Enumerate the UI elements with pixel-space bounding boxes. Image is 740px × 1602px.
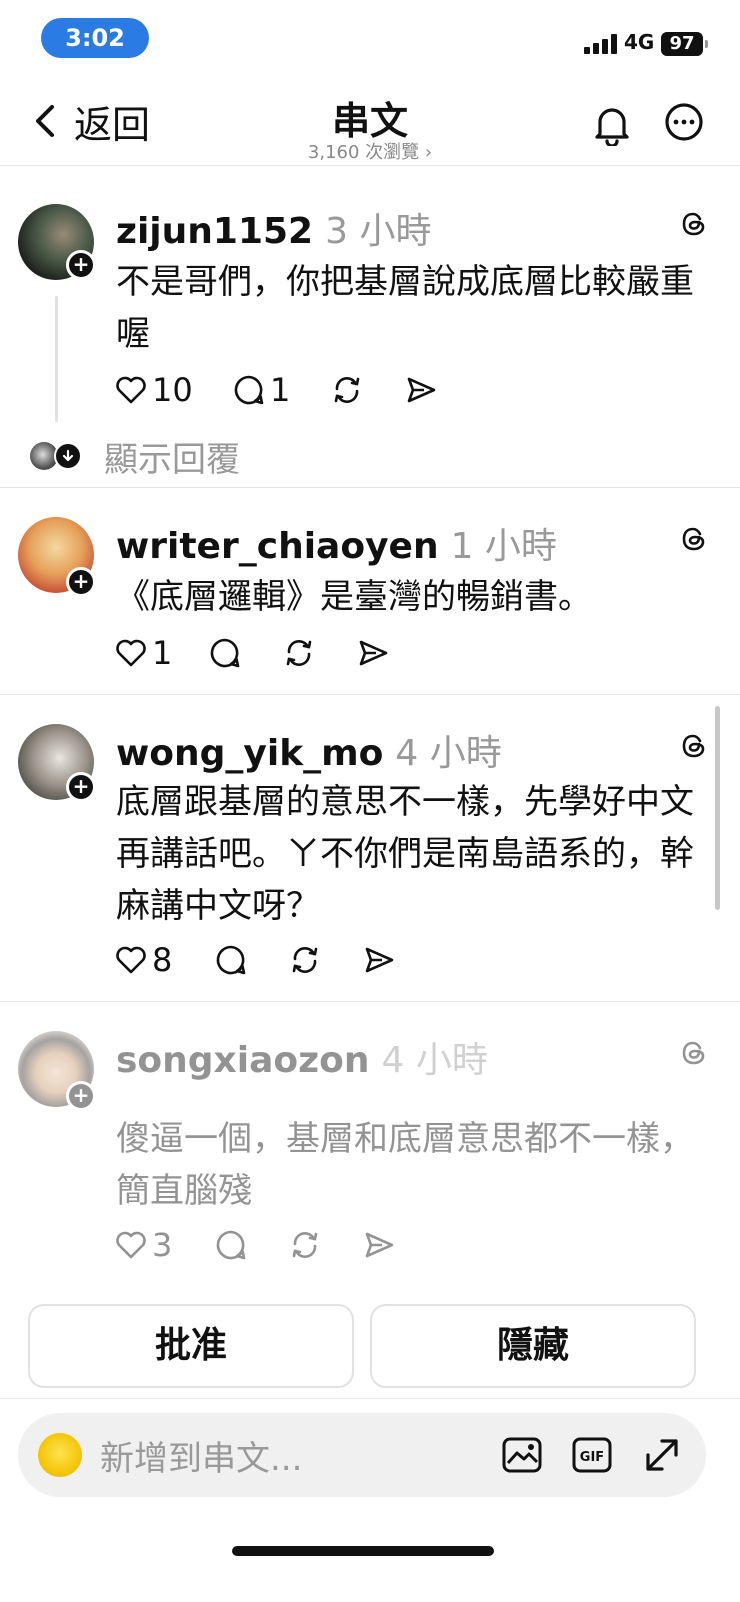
nav-header: 返回 串文 3,160 次瀏覽 › xyxy=(0,76,740,166)
username[interactable]: songxiaozon 4 小時 xyxy=(116,1031,488,1083)
pending-comment-item: + songxiaozon 4 小時 傻逼一個，基層和底層意思都不一樣，簡直腦殘 … xyxy=(0,1003,740,1293)
arrow-down-icon xyxy=(54,442,82,470)
hide-button[interactable]: 隱藏 xyxy=(370,1304,696,1388)
threads-icon[interactable] xyxy=(680,210,708,238)
status-bar: 3:02 4G 97 xyxy=(0,0,740,76)
comment-icon xyxy=(210,638,240,668)
home-indicator xyxy=(232,1546,494,1556)
share-button[interactable] xyxy=(404,370,438,410)
share-button[interactable] xyxy=(362,940,396,980)
gif-icon[interactable]: GIF xyxy=(570,1433,614,1477)
more-icon[interactable] xyxy=(664,102,704,142)
like-button[interactable]: 3 xyxy=(114,1225,172,1265)
comment-item: + wong_yik_mo 4 小時 底層跟基層的意思不一樣，先學好中文再講話吧。… xyxy=(0,696,740,1002)
repost-icon xyxy=(286,640,312,666)
reply-button[interactable] xyxy=(214,1225,248,1265)
share-icon xyxy=(407,377,436,403)
post-time: 1 小時 xyxy=(450,526,557,567)
my-avatar xyxy=(38,1433,82,1477)
share-button[interactable] xyxy=(356,633,390,673)
compose-area: 新增到串文... GIF xyxy=(0,1398,740,1602)
status-time: 3:02 xyxy=(41,18,149,58)
username[interactable]: zijun1152 3 小時 xyxy=(116,202,431,254)
compose-bar[interactable]: 新增到串文... GIF xyxy=(18,1413,706,1497)
action-bar: 8 xyxy=(114,940,414,980)
threads-icon[interactable] xyxy=(680,732,708,760)
follow-plus-icon[interactable]: + xyxy=(66,250,96,280)
follow-plus-icon[interactable]: + xyxy=(66,567,96,597)
comment-text: 傻逼一個，基層和底層意思都不一樣，簡直腦殘 xyxy=(116,1119,694,1211)
comment-icon xyxy=(216,945,246,975)
action-bar: 1 xyxy=(114,633,414,673)
comment-text: 《底層邏輯》是臺灣的暢銷書。 xyxy=(116,577,592,617)
thread-line xyxy=(55,296,58,422)
network-type: 4G xyxy=(624,30,655,54)
like-count: 10 xyxy=(152,371,193,409)
comment-text: 底層跟基層的意思不一樣，先學好中文再講話吧。ㄚ不你們是南島語系的，幹麻講中文呀？ xyxy=(116,782,694,926)
action-bar: 3 xyxy=(114,1225,414,1265)
post-time: 3 小時 xyxy=(325,211,432,252)
approve-button[interactable]: 批准 xyxy=(28,1304,354,1388)
scrollbar[interactable] xyxy=(715,706,720,910)
svg-text:GIF: GIF xyxy=(580,1450,604,1465)
repost-icon xyxy=(334,377,360,403)
like-count: 3 xyxy=(152,1226,173,1264)
follow-plus-icon[interactable]: + xyxy=(66,772,96,802)
comment-item: + writer_chiaoyen 1 小時 《底層邏輯》是臺灣的暢銷書。 1 xyxy=(0,489,740,695)
heart-icon xyxy=(116,639,146,667)
battery-tip xyxy=(705,40,708,48)
like-button[interactable]: 1 xyxy=(114,633,172,673)
compose-input[interactable]: 新增到串文... xyxy=(100,1431,302,1480)
comment-icon xyxy=(234,375,264,405)
comment-item: + zijun1152 3 小時 不是哥們，你把基層說成底層比較嚴重喔 10 1 … xyxy=(0,176,740,488)
reply-button[interactable] xyxy=(208,633,242,673)
follow-plus-icon[interactable]: + xyxy=(66,1081,96,1111)
repost-button[interactable] xyxy=(282,633,316,673)
comment-icon xyxy=(216,1230,246,1260)
heart-icon xyxy=(116,376,146,404)
repost-button[interactable] xyxy=(330,370,364,410)
post-time: 4 小時 xyxy=(395,733,502,774)
share-button[interactable] xyxy=(362,1225,396,1265)
post-time: 4 小時 xyxy=(381,1040,488,1081)
repost-icon xyxy=(292,947,318,973)
show-replies-button[interactable]: 顯示回覆 xyxy=(30,434,240,480)
share-icon xyxy=(365,947,394,973)
cellular-signal-icon xyxy=(584,34,618,54)
show-replies-label: 顯示回覆 xyxy=(104,439,240,480)
like-button[interactable]: 8 xyxy=(114,940,172,980)
repost-button[interactable] xyxy=(288,940,322,980)
repost-button[interactable] xyxy=(288,1225,322,1265)
reply-button[interactable]: 1 xyxy=(232,370,290,410)
heart-icon xyxy=(116,1231,146,1259)
comment-text: 不是哥們，你把基層說成底層比較嚴重喔 xyxy=(116,262,694,354)
like-count: 8 xyxy=(152,941,173,979)
username[interactable]: writer_chiaoyen 1 小時 xyxy=(116,517,557,569)
repost-icon xyxy=(292,1232,318,1258)
username[interactable]: wong_yik_mo 4 小時 xyxy=(116,724,502,776)
share-icon xyxy=(365,1232,394,1258)
reply-button[interactable] xyxy=(214,940,248,980)
like-button[interactable]: 10 xyxy=(114,370,193,410)
reply-count: 1 xyxy=(270,371,291,409)
battery-icon: 97 xyxy=(661,32,703,56)
threads-icon[interactable] xyxy=(680,1039,708,1067)
threads-icon[interactable] xyxy=(680,525,708,553)
share-icon xyxy=(359,640,388,666)
image-icon[interactable] xyxy=(500,1433,544,1477)
expand-icon[interactable] xyxy=(640,1433,684,1477)
heart-icon xyxy=(116,946,146,974)
like-count: 1 xyxy=(152,634,173,672)
bell-icon[interactable] xyxy=(592,104,632,146)
action-bar: 10 1 xyxy=(114,370,474,410)
